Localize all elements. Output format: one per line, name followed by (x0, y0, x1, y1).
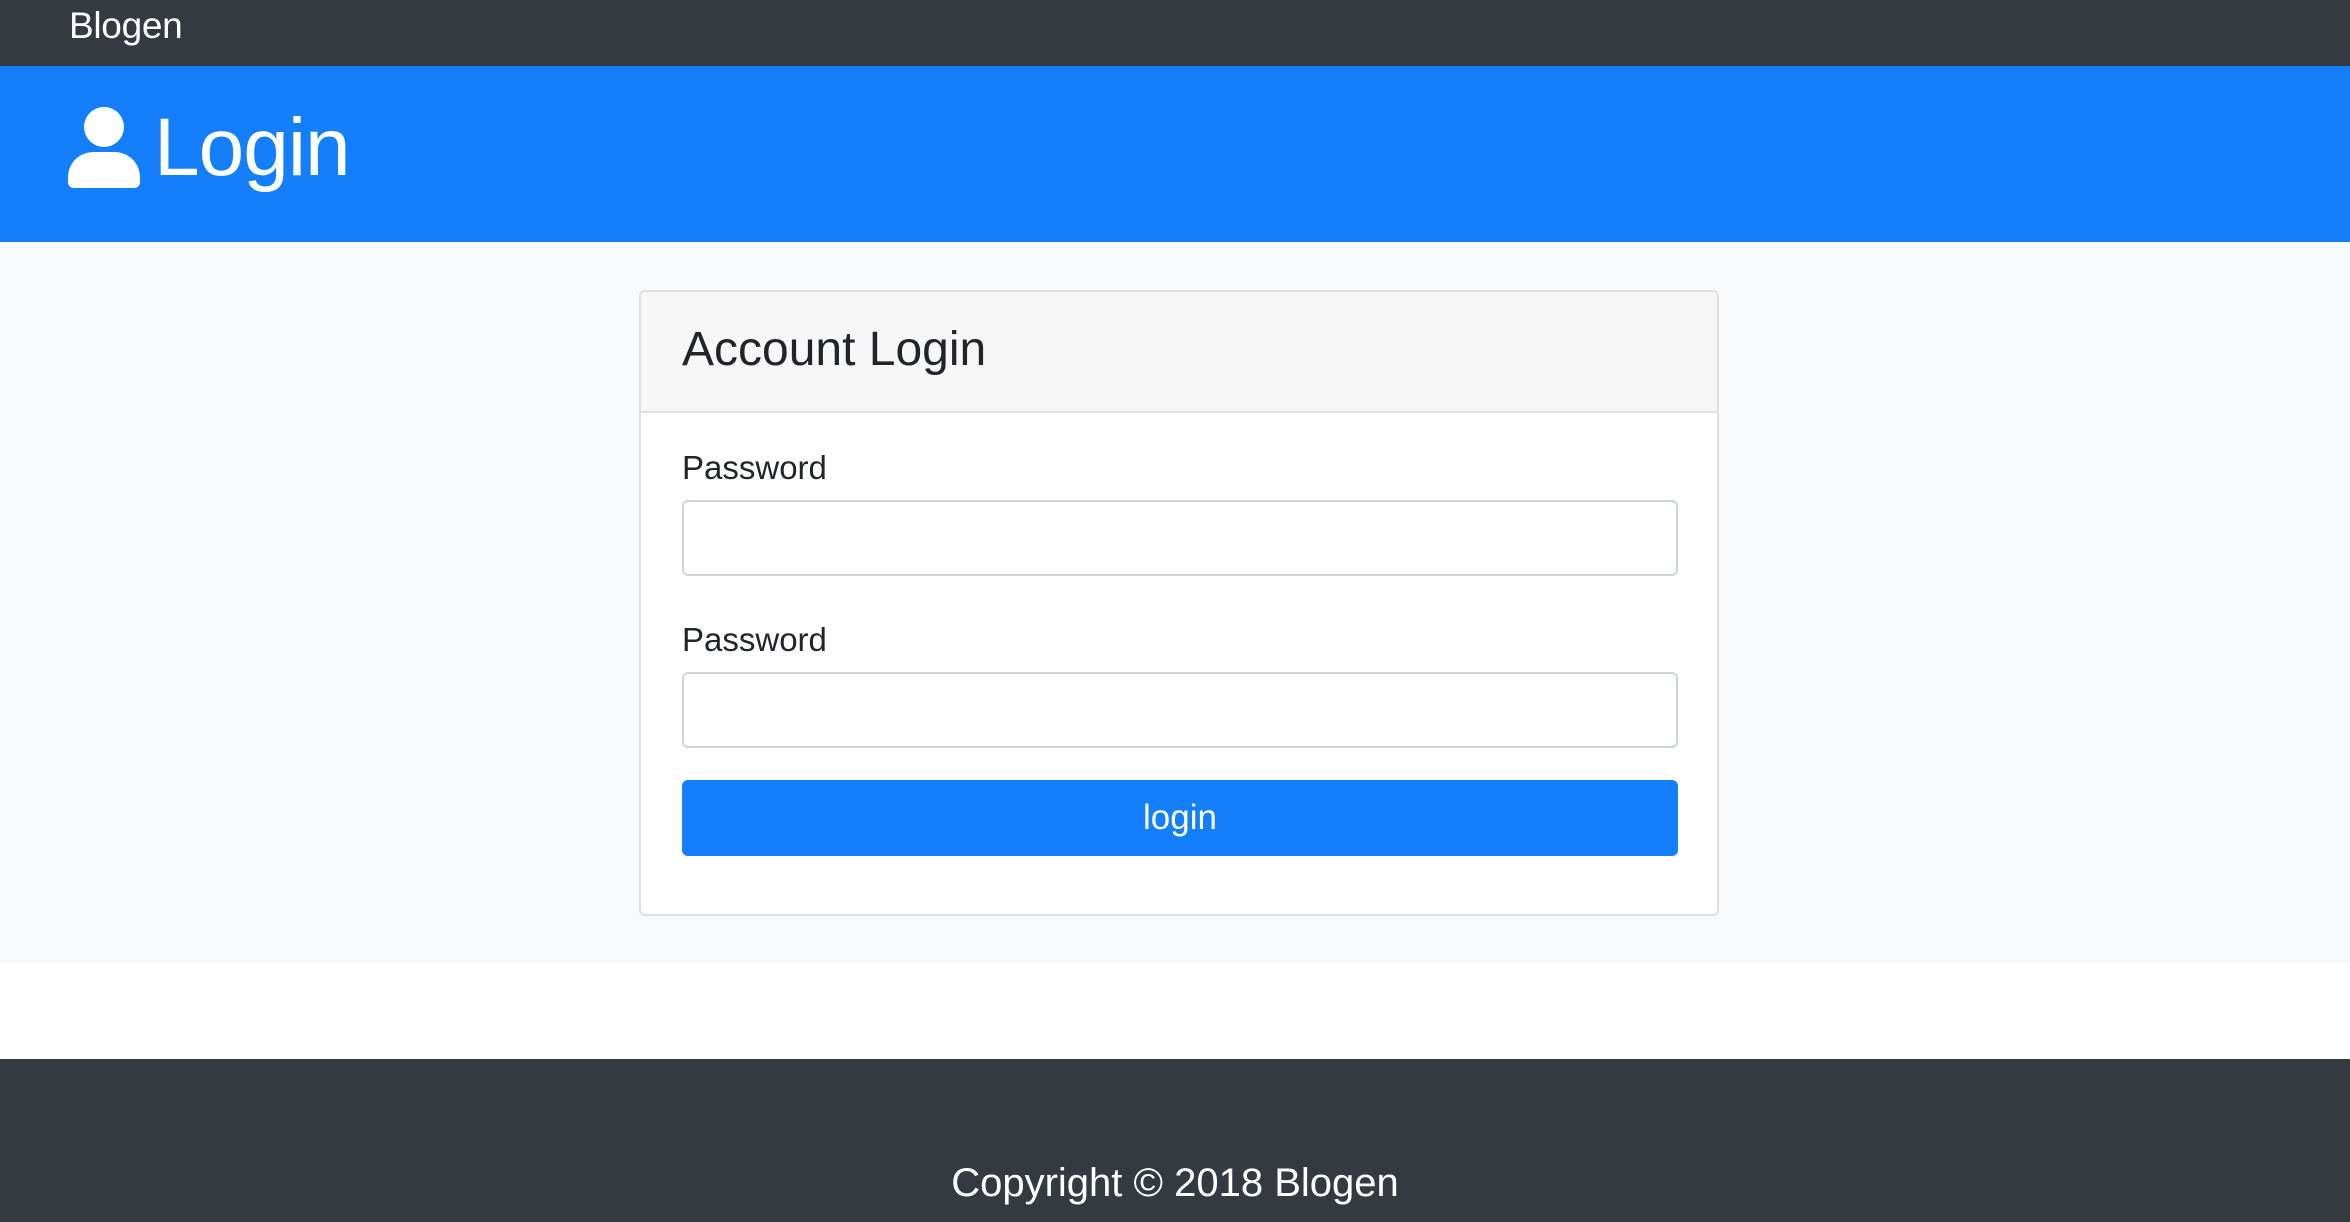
page-footer: Copyright © 2018 Blogen (0, 1059, 2350, 1222)
page-title: Login (154, 102, 351, 193)
password-confirm-input[interactable] (682, 672, 1678, 748)
card-title: Account Login (682, 323, 987, 376)
login-button[interactable]: login (682, 780, 1678, 856)
brand-link[interactable]: Blogen (69, 4, 183, 48)
password-confirm-label: Password (682, 621, 827, 658)
user-icon (68, 106, 140, 188)
password-label: Password (682, 449, 827, 486)
password-input[interactable] (682, 500, 1678, 576)
login-card: Account Login Password Password login (639, 290, 1719, 916)
copyright-text: Copyright © 2018 Blogen (951, 1161, 1399, 1205)
page-header: Login (0, 66, 2350, 242)
card-header: Account Login (641, 292, 1717, 413)
main-content: Account Login Password Password login (0, 242, 2350, 963)
top-navbar: Blogen (0, 0, 2350, 66)
